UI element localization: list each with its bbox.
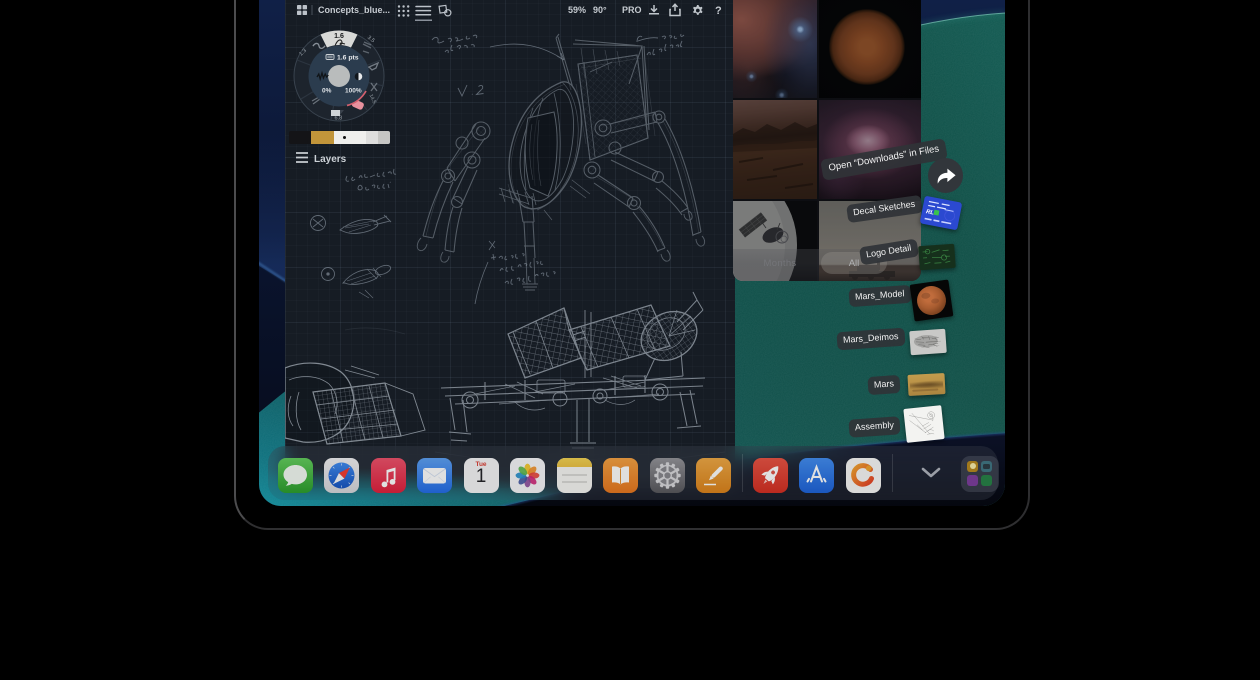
svg-text:PRO: PRO [622,5,642,15]
svg-text:?: ? [715,5,722,17]
svg-text:6.8: 6.8 [335,116,343,122]
svg-text:100%: 100% [345,88,362,95]
svg-text:90°: 90° [593,5,607,15]
svg-text:RL: RL [925,209,934,216]
svg-text:1.6: 1.6 [334,33,344,40]
svg-text:59%: 59% [568,5,586,15]
svg-text:Layers: Layers [314,154,347,165]
svg-text:Concepts_blue...: Concepts_blue... [318,5,390,15]
svg-text:1.6 pts: 1.6 pts [337,55,359,62]
svg-text:0%: 0% [322,88,332,95]
